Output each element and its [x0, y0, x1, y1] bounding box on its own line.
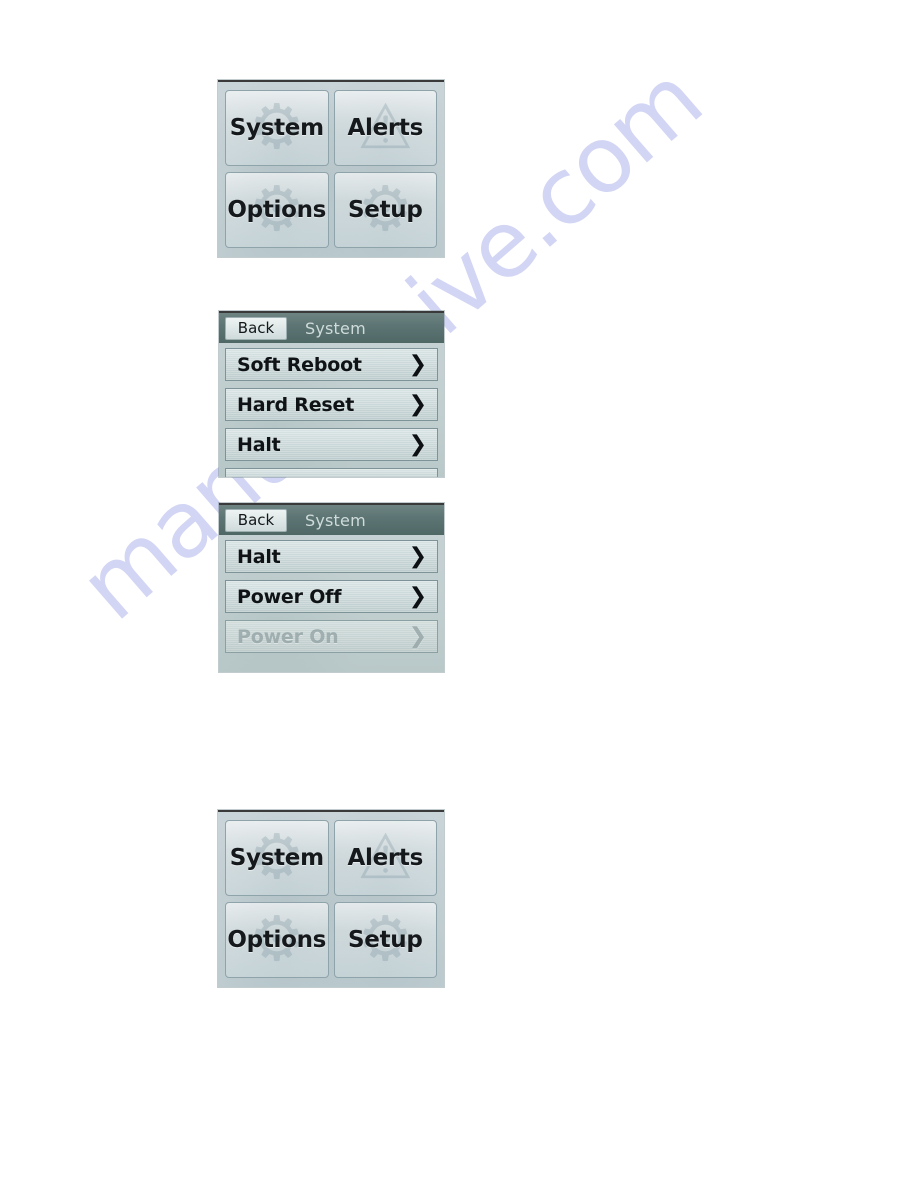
tile-setup[interactable]: ⚙ Setup [333, 172, 437, 248]
menu-item-hard-reset[interactable]: Hard Reset ❯ [225, 388, 438, 421]
menu-item-label: Power On [237, 625, 339, 648]
tile-label: Options [227, 197, 327, 223]
menu-item-halt[interactable]: Halt ❯ [225, 428, 438, 461]
chevron-right-icon: ❯ [408, 623, 427, 649]
menu-item-label: Halt [237, 433, 281, 456]
menu-header: Back System [219, 313, 444, 343]
menu-list: Halt ❯ Power Off ❯ Power On ❯ [219, 535, 444, 653]
tile-label: Options [227, 927, 327, 953]
menu-title: System [305, 318, 366, 338]
menu-item-label: Power Off [237, 585, 342, 608]
system-power-menu-screen: Back System Halt ❯ Power Off ❯ Power On … [219, 503, 444, 672]
chevron-right-icon: ❯ [408, 351, 427, 377]
menu-item-power-off[interactable]: Power Off ❯ [225, 580, 438, 613]
tile-grid: ⚙ System ⚠ Alerts ⚙ Options ⚙ Setup [225, 820, 437, 978]
menu-item-label: Hard Reset [237, 393, 355, 416]
tile-label: System [229, 845, 324, 871]
tile-alerts[interactable]: ⚠ Alerts [333, 820, 437, 896]
back-button[interactable]: Back [225, 508, 287, 532]
tile-grid: ⚙ System ⚠ Alerts ⚙ Options ⚙ Setup [225, 90, 437, 248]
menu-title: System [305, 510, 366, 530]
tile-options[interactable]: ⚙ Options [225, 902, 329, 978]
chevron-right-icon: ❯ [408, 431, 427, 457]
menu-item-soft-reboot[interactable]: Soft Reboot ❯ [225, 348, 438, 381]
back-button[interactable]: Back [225, 316, 287, 340]
tile-setup[interactable]: ⚙ Setup [333, 902, 437, 978]
chevron-right-icon: ❯ [408, 583, 427, 609]
page-watermark: manualshive.com [0, 0, 918, 1188]
chevron-right-icon: ❯ [408, 391, 427, 417]
tile-system[interactable]: ⚙ System [225, 90, 329, 166]
home-screen-top: ⚙ System ⚠ Alerts ⚙ Options ⚙ Setup [218, 80, 444, 257]
menu-item-partial[interactable] [225, 468, 438, 477]
tile-alerts[interactable]: ⚠ Alerts [333, 90, 437, 166]
menu-header: Back System [219, 505, 444, 535]
chevron-right-icon: ❯ [408, 543, 427, 569]
tile-label: System [229, 115, 324, 141]
tile-options[interactable]: ⚙ Options [225, 172, 329, 248]
tile-label: Setup [348, 927, 423, 953]
menu-item-label: Soft Reboot [237, 353, 362, 376]
tile-label: Setup [348, 197, 423, 223]
tile-label: Alerts [347, 845, 423, 871]
menu-list: Soft Reboot ❯ Hard Reset ❯ Halt ❯ [219, 343, 444, 477]
tile-label: Alerts [347, 115, 423, 141]
menu-item-power-on: Power On ❯ [225, 620, 438, 653]
menu-item-label: Halt [237, 545, 281, 568]
home-screen-bottom: ⚙ System ⚠ Alerts ⚙ Options ⚙ Setup [218, 810, 444, 987]
tile-system[interactable]: ⚙ System [225, 820, 329, 896]
system-menu-screen: Back System Soft Reboot ❯ Hard Reset ❯ H… [219, 311, 444, 477]
menu-item-halt[interactable]: Halt ❯ [225, 540, 438, 573]
